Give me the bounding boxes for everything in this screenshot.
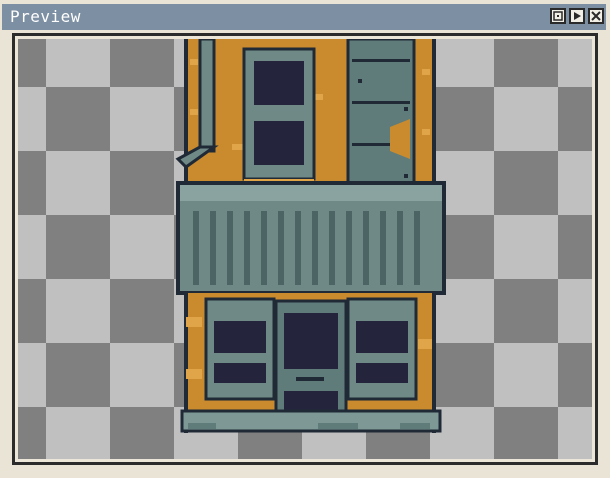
close-icon [591, 11, 601, 21]
play-icon [574, 12, 581, 20]
fit-icon [553, 11, 563, 21]
building-sprite [175, 39, 446, 433]
fit-button[interactable] [550, 8, 566, 24]
preview-window: Preview [0, 0, 610, 478]
close-button[interactable] [588, 8, 604, 24]
title-bar[interactable]: Preview [2, 4, 606, 30]
play-button[interactable] [569, 8, 585, 24]
window-title: Preview [10, 7, 81, 26]
preview-canvas[interactable] [18, 39, 592, 459]
